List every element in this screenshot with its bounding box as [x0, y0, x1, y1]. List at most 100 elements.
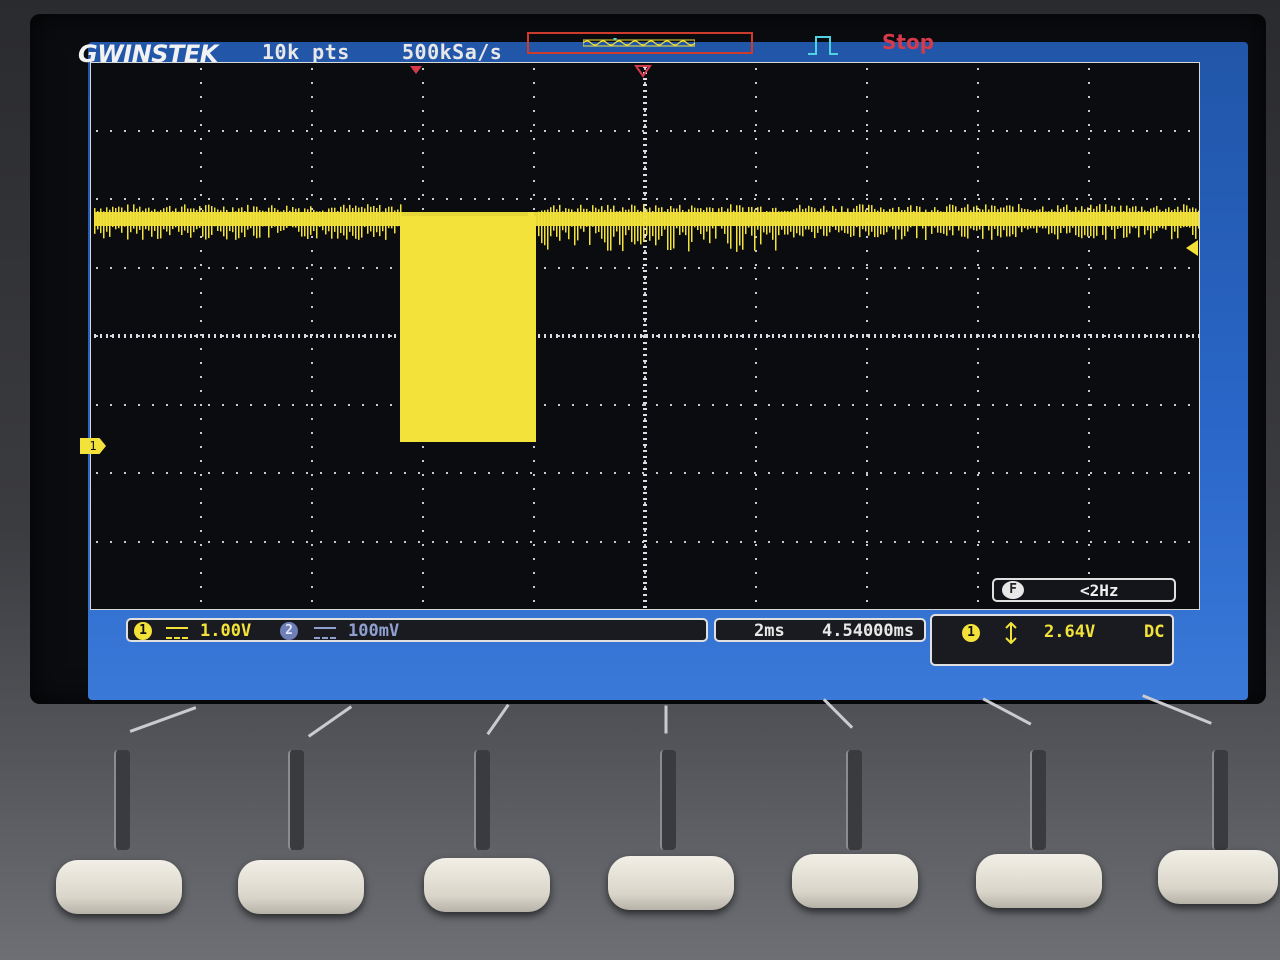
center-axis-tick: [118, 334, 120, 338]
center-axis-tick: [802, 334, 804, 338]
center-axis-tick: [862, 334, 864, 338]
grid-dot: [418, 541, 420, 543]
grid-dot: [1048, 404, 1050, 406]
grid-dot: [670, 404, 672, 406]
grid-dot: [200, 82, 202, 84]
center-axis-tick: [643, 480, 647, 482]
grid-dot: [348, 198, 350, 200]
grid-dot: [404, 130, 406, 132]
center-axis-tick: [220, 334, 222, 338]
grid-dot: [376, 130, 378, 132]
trace-noise-spike: [784, 210, 786, 235]
grid-dot: [977, 516, 979, 518]
grid-dot: [200, 348, 202, 350]
trace-noise-spike: [196, 209, 198, 230]
grid-dot: [311, 236, 313, 238]
grid-dot: [222, 541, 224, 543]
center-axis-tick: [643, 198, 647, 200]
grid-dot: [977, 250, 979, 252]
timebase-position: 4.54000ms: [822, 621, 915, 641]
softkey-7[interactable]: [1158, 850, 1278, 904]
trace-noise-spike: [655, 205, 657, 246]
grid-dot: [138, 541, 140, 543]
softkey-1[interactable]: [56, 860, 182, 914]
trace-noise-spike: [283, 210, 285, 231]
grid-dot: [642, 130, 644, 132]
grid-dot: [1146, 335, 1148, 337]
grid-dot: [796, 198, 798, 200]
trace-noise-spike: [1108, 209, 1110, 227]
softkey-3[interactable]: [424, 858, 550, 912]
grid-dot: [292, 267, 294, 269]
softkey-4[interactable]: [608, 856, 734, 910]
trace-noise-spike: [175, 208, 177, 228]
grid-dot: [977, 474, 979, 476]
center-axis-tick: [643, 576, 647, 578]
grid-dot: [278, 335, 280, 337]
trace-noise-spike: [568, 208, 570, 240]
center-axis-tick: [574, 334, 576, 338]
trace-noise-spike: [1003, 207, 1005, 231]
trace-noise-spike: [610, 208, 612, 251]
trace-noise-spike: [1132, 206, 1134, 228]
trace-noise-spike: [1033, 210, 1035, 229]
grid-dot: [558, 472, 560, 474]
grid-dot: [208, 198, 210, 200]
grid-dot: [110, 267, 112, 269]
grid-dot: [852, 472, 854, 474]
trace-noise-spike: [649, 207, 651, 241]
trace-noise-spike: [1117, 211, 1119, 229]
grid-dot: [250, 267, 252, 269]
grid-dot: [894, 130, 896, 132]
grid-dot: [852, 541, 854, 543]
trace-noise-spike: [1156, 205, 1158, 231]
trace-noise-spike: [946, 206, 948, 236]
grid-dot: [110, 541, 112, 543]
trace-noise-spike: [253, 206, 255, 236]
center-axis-tick: [652, 334, 654, 338]
trace-noise-spike: [1102, 211, 1104, 235]
center-axis-tick: [952, 334, 954, 338]
grid-dot: [474, 130, 476, 132]
softkey-6[interactable]: [976, 854, 1102, 908]
center-axis-tick: [604, 334, 606, 338]
trace-noise-spike: [1111, 205, 1113, 230]
trace-noise-spike: [619, 210, 621, 245]
grid-dot: [880, 198, 882, 200]
grid-dot: [200, 362, 202, 364]
trace-noise-spike: [142, 210, 144, 240]
grid-dot: [992, 541, 994, 543]
grid-dot: [977, 558, 979, 560]
center-axis-tick: [304, 334, 306, 338]
softkey-5[interactable]: [792, 854, 918, 908]
trace-noise-spike: [685, 211, 687, 236]
center-axis-tick: [256, 334, 258, 338]
grid-dot: [628, 267, 630, 269]
grid-dot: [754, 541, 756, 543]
trace-noise-spike: [163, 208, 165, 230]
softkey-2[interactable]: [238, 860, 364, 914]
trace-noise-spike: [889, 208, 891, 228]
grid-dot: [530, 472, 532, 474]
grid-dot: [712, 472, 714, 474]
grid-dot: [1062, 130, 1064, 132]
grid-dot: [866, 541, 868, 543]
grid-dot: [320, 472, 322, 474]
grid-dot: [1088, 180, 1090, 182]
grid-dot: [866, 530, 868, 532]
grid-dot: [1090, 198, 1092, 200]
grid-dot: [866, 152, 868, 154]
grid-dot: [866, 180, 868, 182]
grid-dot: [755, 278, 757, 280]
grid-dot: [1104, 130, 1106, 132]
grid-dot: [390, 404, 392, 406]
trace-noise-spike: [1039, 209, 1041, 228]
grid-dot: [684, 198, 686, 200]
center-axis-tick: [640, 334, 642, 338]
center-axis-tick: [730, 334, 732, 338]
grid-dot: [977, 362, 979, 364]
trace-noise-spike: [214, 207, 216, 227]
grid-dot: [628, 541, 630, 543]
grid-dot: [222, 404, 224, 406]
grid-dot: [866, 250, 868, 252]
